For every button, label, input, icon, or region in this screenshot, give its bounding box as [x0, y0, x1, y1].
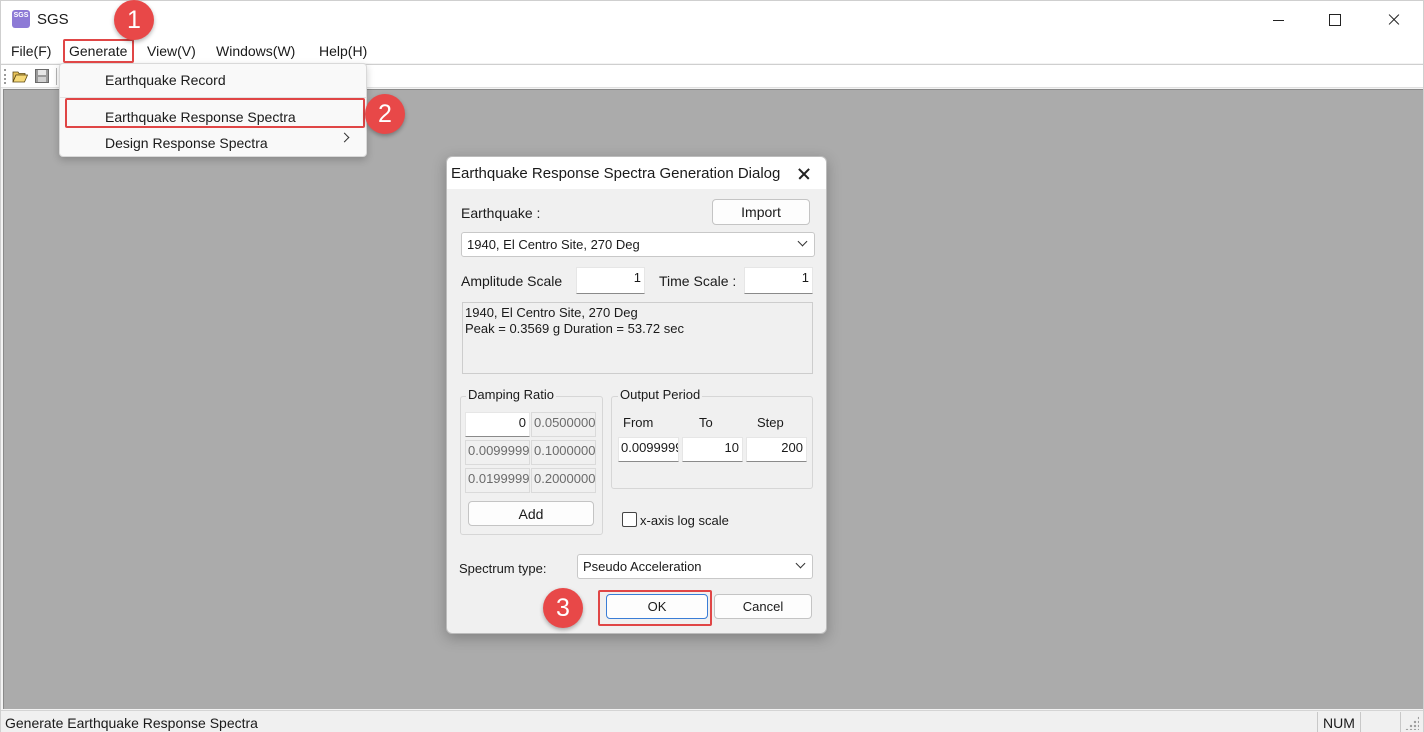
minimize-button[interactable] [1249, 1, 1307, 39]
period-step-input[interactable]: 200 [746, 437, 807, 462]
spectrum-type-value: Pseudo Acceleration [583, 559, 702, 574]
dialog-close-icon[interactable] [791, 163, 817, 183]
earthquake-info-box: 1940, El Centro Site, 270 Deg Peak = 0.3… [462, 302, 813, 374]
step-label: Step [757, 415, 784, 430]
save-disk-icon[interactable] [35, 69, 50, 83]
info-line-2: Peak = 0.3569 g Duration = 53.72 sec [465, 321, 684, 336]
menu-windows[interactable]: Windows(W) [216, 43, 295, 59]
menu-view[interactable]: View(V) [147, 43, 196, 59]
annotation-highlight-ok [598, 590, 712, 626]
from-label: From [623, 415, 654, 430]
amplitude-scale-input[interactable]: 1 [576, 267, 645, 294]
log-scale-checkbox[interactable] [622, 512, 637, 527]
spectrum-type-select[interactable]: Pseudo Acceleration [577, 554, 813, 579]
cancel-button[interactable]: Cancel [714, 594, 812, 619]
status-bar: Generate Earthquake Response Spectra NUM [1, 710, 1423, 732]
log-scale-label: x-axis log scale [640, 513, 729, 528]
damping-value: 0.0199999 [465, 468, 530, 493]
status-num-indicator: NUM [1317, 712, 1361, 732]
add-damping-button[interactable]: Add [468, 501, 594, 526]
close-button[interactable] [1365, 1, 1423, 39]
chevron-down-icon [795, 558, 806, 569]
period-from-input[interactable]: 0.0099999 [618, 437, 679, 462]
spectrum-type-label: Spectrum type: [459, 561, 547, 576]
output-period-title: Output Period [618, 387, 703, 402]
menu-help[interactable]: Help(H) [319, 43, 367, 59]
period-to-input[interactable]: 10 [682, 437, 743, 462]
damping-value: 0.2000000 [531, 468, 596, 493]
chevron-down-icon [797, 236, 808, 247]
damping-input[interactable]: 0 [465, 412, 530, 437]
dialog-title-bar: Earthquake Response Spectra Generation D… [447, 157, 826, 189]
menu-file[interactable]: File(F) [11, 43, 51, 59]
app-title: SGS [37, 11, 69, 28]
earthquake-label: Earthquake : [461, 205, 541, 221]
open-folder-icon[interactable] [12, 69, 29, 83]
toolbar-separator [56, 68, 57, 85]
menu-item-earthquake-record[interactable]: Earthquake Record [60, 67, 366, 93]
app-logo-icon: SGS [12, 10, 30, 28]
damping-value: 0.0099999 [465, 440, 530, 465]
response-spectra-dialog: Earthquake Response Spectra Generation D… [446, 156, 827, 634]
menu-bar: File(F) Generate View(V) Windows(W) Help… [1, 39, 1423, 63]
damping-value: 0.0500000 [531, 412, 596, 437]
damping-value: 0.1000000 [531, 440, 596, 465]
annotation-step-badge: 2 [365, 94, 405, 134]
annotation-highlight-generate [63, 39, 134, 63]
toolbar-grip[interactable] [4, 69, 6, 84]
annotation-highlight-response-spectra [65, 98, 365, 128]
annotation-step-badge: 3 [543, 588, 583, 628]
to-label: To [699, 415, 713, 430]
import-button[interactable]: Import [712, 199, 810, 225]
time-scale-label: Time Scale : [659, 273, 737, 289]
earthquake-select[interactable]: 1940, El Centro Site, 270 Deg [461, 232, 815, 257]
status-message: Generate Earthquake Response Spectra [5, 715, 258, 731]
earthquake-select-value: 1940, El Centro Site, 270 Deg [467, 237, 640, 252]
menu-item-label: Design Response Spectra [105, 135, 268, 151]
title-bar: SGS SGS [1, 1, 1423, 39]
status-pane [1361, 712, 1401, 732]
annotation-step-badge: 1 [114, 0, 154, 40]
time-scale-input[interactable]: 1 [744, 267, 813, 294]
info-line-1: 1940, El Centro Site, 270 Deg [465, 305, 638, 320]
amplitude-scale-label: Amplitude Scale [461, 273, 563, 289]
resize-grip-icon[interactable] [1405, 716, 1419, 730]
maximize-button[interactable] [1306, 1, 1364, 39]
dialog-title: Earthquake Response Spectra Generation D… [451, 165, 781, 182]
menu-item-design-response-spectra[interactable]: Design Response Spectra [60, 130, 366, 156]
damping-ratio-title: Damping Ratio [466, 387, 556, 402]
menu-item-label: Earthquake Record [105, 72, 226, 88]
